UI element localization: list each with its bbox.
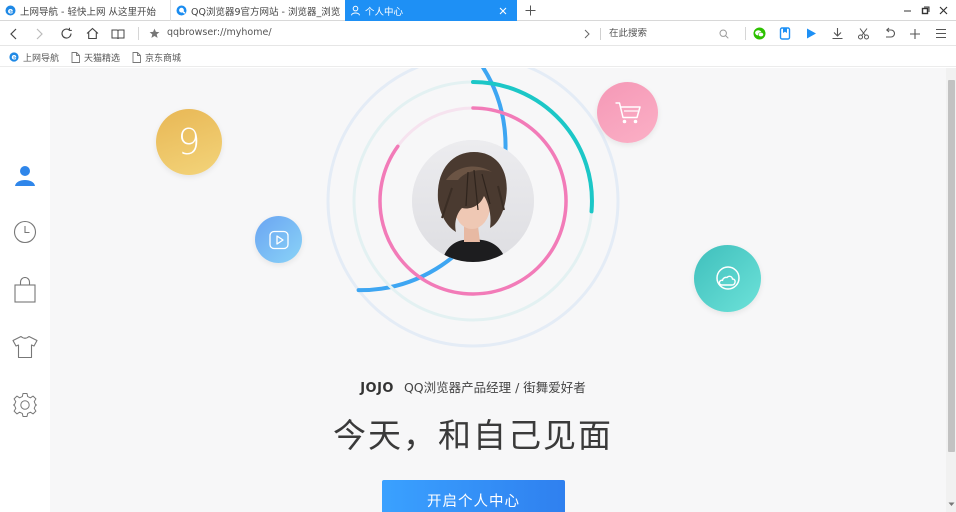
toolbar-divider	[745, 27, 746, 40]
search-divider	[600, 27, 601, 40]
tab-home-nav[interactable]: e 上网导航 - 轻快上网 从这里开始	[0, 0, 168, 21]
open-personal-center-button[interactable]: 开启个人中心	[382, 480, 565, 512]
profile-summary: JOJO QQ浏览器产品经理 / 街舞爱好者	[50, 377, 896, 396]
cart-icon	[615, 101, 641, 123]
search-icon[interactable]	[719, 28, 729, 39]
reader-button[interactable]	[109, 25, 127, 42]
clock-icon	[13, 220, 37, 244]
cloud-bubble[interactable]	[694, 245, 761, 312]
new-tab-button[interactable]	[521, 1, 539, 19]
bookmark-item[interactable]: 京东商城	[131, 50, 181, 64]
forward-button[interactable]	[30, 25, 48, 42]
ie-e-icon: e	[9, 52, 19, 63]
scroll-thumb[interactable]	[948, 80, 955, 452]
person-icon	[15, 166, 35, 186]
toolbar-divider	[138, 27, 139, 40]
plus-icon[interactable]	[906, 25, 924, 42]
close-icon[interactable]	[496, 4, 509, 17]
tab-label: 上网导航 - 轻快上网 从这里开始	[20, 6, 156, 18]
sidebar-item-history[interactable]	[10, 217, 40, 247]
browser9-badge[interactable]: 9	[156, 109, 222, 175]
chevron-down-icon[interactable]	[947, 500, 955, 508]
tshirt-icon	[12, 335, 38, 359]
search-input[interactable]	[609, 28, 719, 39]
bag-icon	[14, 277, 36, 303]
refresh-button[interactable]	[57, 25, 75, 42]
sidebar-item-skins[interactable]	[10, 332, 40, 362]
page-icon	[131, 51, 141, 63]
scrollbar[interactable]	[946, 68, 956, 512]
person-icon	[350, 5, 361, 16]
bookmark-label: 京东商城	[145, 53, 182, 64]
nine-badge-text: 9	[177, 121, 201, 163]
back-button[interactable]	[5, 25, 23, 42]
close-window-button[interactable]	[934, 2, 952, 19]
sidebar	[0, 68, 50, 512]
home-button[interactable]	[83, 25, 101, 42]
bookmark-panel-icon[interactable]	[776, 25, 794, 42]
address-toolbar: qqbrowser://myhome/	[0, 21, 956, 46]
sidebar-item-shopping[interactable]	[10, 275, 40, 305]
tab-label: 个人中心	[365, 6, 404, 18]
sidebar-item-settings[interactable]	[10, 390, 40, 420]
qq-browser-icon	[176, 5, 187, 16]
wechat-icon[interactable]	[750, 25, 768, 42]
video-bubble[interactable]	[255, 216, 302, 263]
svg-text:e: e	[8, 6, 14, 15]
gear-icon	[13, 393, 37, 417]
tab-label: QQ浏览器9官方网站 - 浏览器_浏览	[191, 6, 341, 18]
ie-e-icon: e	[5, 5, 16, 16]
profile-description: QQ浏览器产品经理 / 街舞爱好者	[403, 380, 586, 395]
avatar[interactable]	[412, 140, 534, 262]
tab-qqbrowser-site[interactable]: QQ浏览器9官方网站 - 浏览器_浏览	[170, 0, 344, 21]
bookmark-item[interactable]: e 上网导航	[9, 50, 59, 64]
search-box	[600, 24, 742, 43]
svg-text:e: e	[11, 53, 16, 62]
profile-name: JOJO	[360, 381, 394, 396]
sidebar-item-profile[interactable]	[10, 160, 40, 190]
star-icon[interactable]	[145, 25, 163, 42]
play-icon[interactable]	[802, 25, 820, 42]
video-play-icon	[268, 230, 289, 249]
url-field[interactable]: qqbrowser://myhome/	[167, 27, 272, 38]
scissors-icon[interactable]	[854, 25, 872, 42]
page-icon	[70, 51, 80, 63]
bookmark-label: 天猫精选	[84, 53, 121, 64]
undo-icon[interactable]	[880, 25, 898, 42]
minimize-button[interactable]	[898, 2, 916, 19]
cloud-sync-icon	[715, 265, 740, 290]
chevron-right-icon[interactable]	[578, 25, 596, 42]
browser-window: e 上网导航 - 轻快上网 从这里开始 QQ浏览器9官方网站 - 浏览器_浏览 …	[0, 0, 956, 512]
bookmark-label: 上网导航	[23, 53, 60, 64]
maximize-button[interactable]	[916, 2, 934, 19]
tab-strip: e 上网导航 - 轻快上网 从这里开始 QQ浏览器9官方网站 - 浏览器_浏览 …	[0, 0, 956, 21]
bookmarks-bar: e 上网导航 天猫精选 京东商城	[0, 47, 956, 67]
menu-icon[interactable]	[932, 25, 950, 42]
shopping-bubble[interactable]	[597, 82, 658, 143]
main-content: 9 JOJO QQ浏览器产品经理 / 街舞爱好者 今天，和自己见面 开启个人中心	[50, 68, 946, 512]
download-icon[interactable]	[828, 25, 846, 42]
tab-personal-center[interactable]: 个人中心	[345, 0, 517, 21]
tagline: 今天，和自己见面	[333, 416, 613, 455]
bookmark-item[interactable]: 天猫精选	[70, 50, 120, 64]
